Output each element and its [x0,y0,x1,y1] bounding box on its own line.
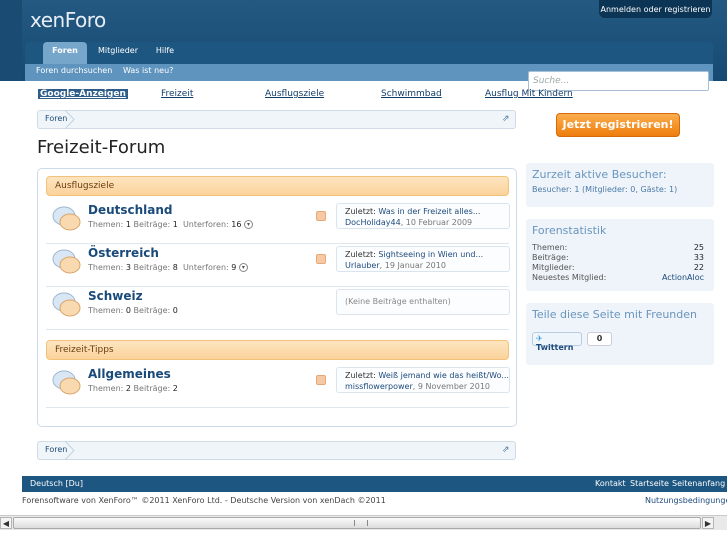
breadcrumb-arrow-icon [64,110,75,129]
rss-icon[interactable] [316,375,326,385]
breadcrumb-bottom: Foren ⇗ [37,441,516,460]
newest-member-link[interactable]: ActionAloc [662,273,704,282]
last-post-user[interactable]: DocHoliday44 [345,218,401,227]
language-chooser[interactable]: Deutsch [Du] [30,479,83,488]
twitter-button[interactable]: ✈ Twittern [532,332,582,352]
twitter-bird-icon: ✈ [536,334,543,343]
last-post-date: , 9 November 2010 [412,382,491,391]
subnav-search-forums[interactable]: Foren durchsuchen [36,66,112,75]
last-post: Zuletzt: Weiß jemand wie das heißt/Wo...… [336,367,510,393]
last-post-title[interactable]: Sightseeing in Wien und... [378,250,483,259]
twitter-label: Twittern [536,343,574,352]
last-post: Zuletzt: Sightseeing in Wien und... Urla… [336,246,510,272]
forum-stats: Themen: 1 Beiträge: 1 Unterforen: 16 ▾ [88,220,254,229]
rss-icon[interactable] [316,254,326,264]
forum-title[interactable]: Deutschland [88,203,173,217]
last-post-user[interactable]: missflowerpower [345,382,413,391]
logo[interactable]: xenForo [30,8,106,32]
login-register-label: Anmelden oder registrieren [600,5,711,14]
footer-link-top[interactable]: Seitenanfang [672,479,725,488]
register-button[interactable]: Jetzt registrieren! [556,113,680,137]
share-heading: Teile diese Seite mit Freunden [532,308,697,321]
last-post-date: , 10 Februar 2009 [400,218,473,227]
forum-bubble-icon [52,206,81,231]
last-post-title[interactable]: Was in der Freizeit alles... [378,207,480,216]
footer-bar: Deutsch [Du] Kontakt Startseite Seitenan… [22,476,727,492]
ad-link-ausflugsziele[interactable]: Ausflugsziele [265,89,324,99]
page-title: Freizeit-Forum [37,137,166,158]
search-input[interactable]: Suche... [528,71,709,91]
forum-title[interactable]: Schweiz [88,289,143,303]
scroll-right-icon[interactable]: ▶ [702,517,714,529]
terms-link[interactable]: Nutzungsbedingungen [645,496,727,505]
scroll-grip-icon [354,520,368,526]
category-freizeit-tipps[interactable]: Freizeit-Tipps [46,340,509,360]
forum-bubble-icon [52,370,81,395]
subforums-dropdown-icon[interactable]: ▾ [238,263,248,272]
jump-to-icon[interactable]: ⇗ [502,445,512,455]
stat-row: Mitglieder: 22 [532,263,704,272]
breadcrumb-top: Foren ⇗ [37,110,516,129]
subnav-whats-new[interactable]: Was ist neu? [123,66,173,75]
copyright: Forensoftware von XenForo™ ©2011 XenForo… [22,496,386,505]
stat-row: Beiträge: 33 [532,253,704,262]
last-post-empty: (Keine Beiträge enthalten) [336,289,510,315]
subforums-dropdown-icon[interactable]: ▾ [244,220,254,229]
forum-node: Schweiz Themen: 0 Beiträge: 0 (Keine Bei… [46,287,510,330]
forum-node: Deutschland Themen: 1 Beiträge: 1 Unterf… [46,201,510,244]
visitors-heading: Zurzeit aktive Besucher: [532,168,667,181]
stat-row: Themen: 25 [532,243,704,252]
forum-node: Österreich Themen: 3 Beiträge: 8 Unterfo… [46,244,510,287]
breadcrumb-arrow-icon [64,441,75,460]
sidebar-active-visitors: Zurzeit aktive Besucher: Besucher: 1 (Mi… [526,163,714,207]
login-register-link[interactable]: Anmelden oder registrieren [599,0,712,18]
nav-tabs: Foren Mitglieder Hilfe [25,42,713,65]
forum-node: Allgemeines Themen: 2 Beiträge: 2 Zuletz… [46,365,510,408]
tab-foren[interactable]: Foren [43,42,87,65]
stat-row: Neuestes Mitglied: ActionAloc [532,273,704,282]
tab-mitglieder[interactable]: Mitglieder [93,42,143,65]
forum-stats: Themen: 0 Beiträge: 0 [88,306,178,315]
forum-stats: Themen: 2 Beiträge: 2 [88,384,178,393]
ads-label[interactable]: Google-Anzeigen [38,89,128,99]
forum-bubble-icon [52,249,81,274]
page: xenForo Anmelden oder registrieren Foren… [0,0,727,545]
last-post-user[interactable]: Urlauber [345,261,380,270]
forum-stats: Themen: 3 Beiträge: 8 Unterforen: 9 ▾ [88,263,248,272]
scroll-left-icon[interactable]: ◀ [0,517,12,529]
sidebar-forum-stats: Forenstatistik Themen: 25 Beiträge: 33 Mit… [526,219,714,291]
tab-hilfe[interactable]: Hilfe [150,42,180,65]
ad-link-ausflug-kinder[interactable]: Ausflug Mit Kindern [485,89,573,99]
footer-link-kontakt[interactable]: Kontakt [595,479,626,488]
scrollbar-thumb[interactable] [13,517,701,529]
ad-link-freizeit[interactable]: Freizeit [161,89,193,99]
jump-to-icon[interactable]: ⇗ [502,114,512,124]
visitors-line: Besucher: 1 (Mitglieder: 0, Gäste: 1) [532,185,678,194]
scroll-corner [714,517,726,529]
forum-title[interactable]: Österreich [88,246,159,260]
last-post-date: , 19 Januar 2010 [379,261,446,270]
stats-heading: Forenstatistik [532,224,607,237]
rss-icon[interactable] [316,211,326,221]
footer-link-startseite[interactable]: Startseite [630,479,669,488]
category-ausflugsziele[interactable]: Ausflugsziele [46,176,509,196]
ad-link-schwimmbad[interactable]: Schwimmbad [381,89,442,99]
forum-title[interactable]: Allgemeines [88,367,171,381]
horizontal-scrollbar[interactable]: ◀ ▶ [0,515,727,530]
last-post-title[interactable]: Weiß jemand wie das heißt/Wo... [378,371,509,380]
forum-list: Ausflugsziele Deutschland Themen: 1 Beit… [37,168,517,427]
window-bottom [0,530,727,545]
forum-bubble-icon [52,292,81,317]
last-post: Zuletzt: Was in der Freizeit alles... Do… [336,203,510,229]
twitter-count: 0 [587,332,612,346]
